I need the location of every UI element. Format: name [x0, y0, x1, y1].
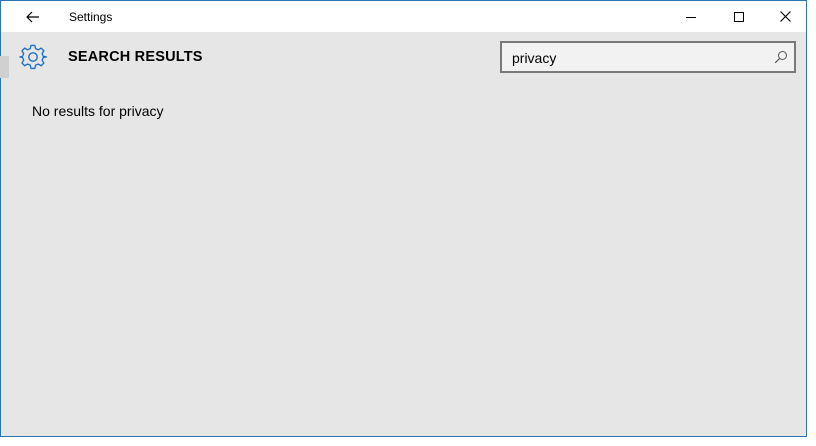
close-icon [779, 11, 791, 22]
search-box[interactable] [500, 41, 796, 73]
back-button[interactable] [15, 1, 51, 32]
back-arrow-icon [26, 11, 39, 22]
no-results-message: No results for privacy [32, 103, 164, 119]
gear-icon [19, 44, 47, 70]
title-bar: Settings [1, 1, 806, 32]
maximize-button[interactable] [716, 1, 762, 32]
search-input[interactable] [512, 48, 762, 68]
settings-window: Settings SEARCH RESULTS privacy No resul… [0, 0, 807, 437]
search-icon[interactable] [774, 50, 788, 64]
window-title: Settings [69, 10, 113, 24]
maximize-icon [734, 11, 744, 22]
close-button[interactable] [762, 1, 808, 32]
minimize-button[interactable] [668, 1, 714, 32]
minimize-icon [686, 16, 696, 18]
page-title: SEARCH RESULTS [68, 49, 203, 65]
edge-strip [0, 56, 9, 78]
